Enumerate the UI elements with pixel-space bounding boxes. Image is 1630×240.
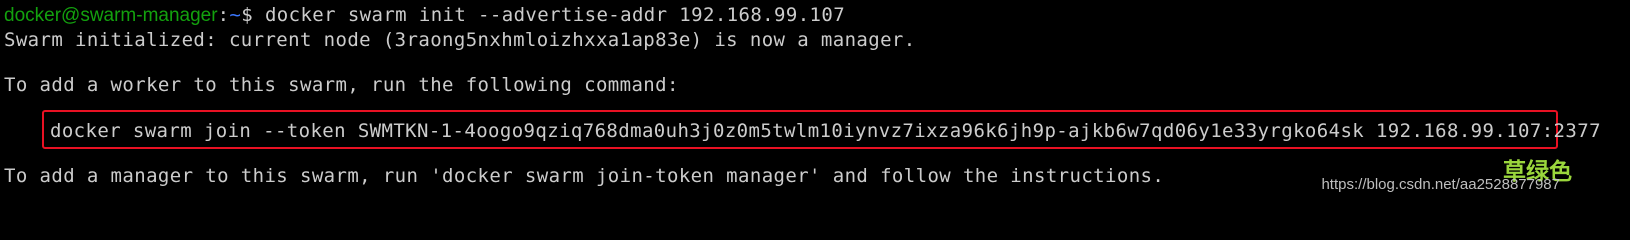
command-text: docker swarm init --advertise-addr 192.1… bbox=[253, 4, 846, 26]
prompt-path: ~ bbox=[229, 4, 242, 26]
join-command-text[interactable]: docker swarm join --token SWMTKN-1-4oogo… bbox=[50, 118, 1601, 144]
prompt-symbol: $ bbox=[241, 4, 254, 26]
terminal-window[interactable]: docker@swarm-manager:~$ docker swarm ini… bbox=[0, 0, 1630, 211]
watermark-url: https://blog.csdn.net/aa2528877987 bbox=[1321, 176, 1560, 193]
prompt-colon: : bbox=[217, 4, 230, 26]
output-line-manager-instructions: To add a manager to this swarm, run 'doc… bbox=[4, 165, 1165, 187]
command-line: docker@swarm-manager:~$ docker swarm ini… bbox=[4, 2, 845, 28]
prompt-user-host: docker@swarm-manager bbox=[4, 5, 218, 26]
output-line-initialized: Swarm initialized: current node (3raong5… bbox=[4, 29, 916, 51]
output-line-worker-instructions: To add a worker to this swarm, run the f… bbox=[4, 74, 679, 96]
